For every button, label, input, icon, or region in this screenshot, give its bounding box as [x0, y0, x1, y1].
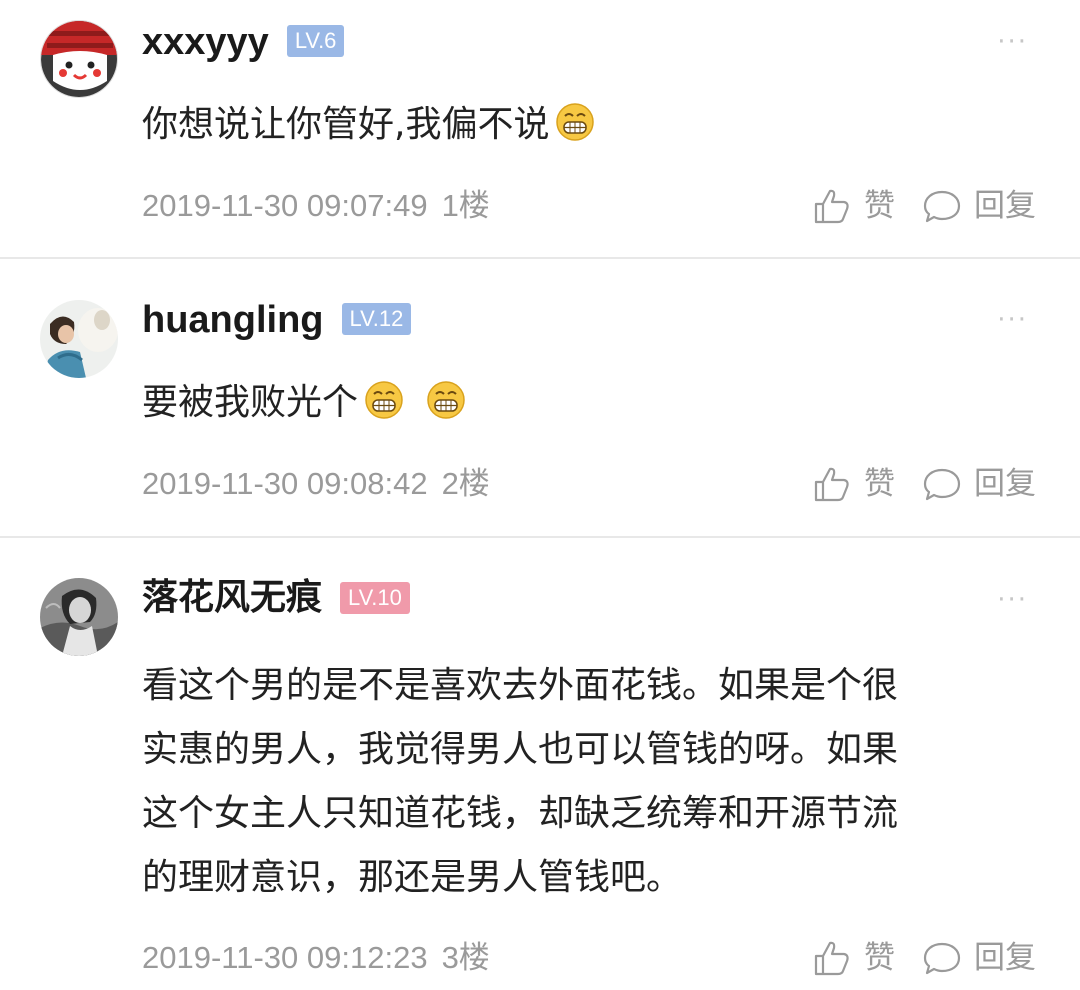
speech-bubble-icon [923, 468, 961, 501]
comment-text: 你想说让你管好,我偏不说 [142, 96, 595, 160]
floor-number: 1楼 [441, 188, 490, 223]
username[interactable]: 落花风无痕 [142, 576, 322, 620]
username[interactable]: xxxyyy [142, 20, 269, 64]
reply-button[interactable]: 回复 [922, 186, 1042, 226]
comment-3: 落花风无痕 LV.10 ··· 看这个男的是不是喜欢去外面花钱。如果是个很 实惠… [0, 540, 1080, 990]
more-options-button[interactable]: ··· [997, 307, 1028, 333]
reply-label: 回复 [974, 188, 1036, 224]
like-label: 赞 [864, 940, 895, 976]
floor-number: 2楼 [441, 466, 490, 501]
like-label: 赞 [864, 466, 895, 502]
reply-label: 回复 [974, 466, 1036, 502]
reply-button[interactable]: 回复 [922, 938, 1042, 978]
comment-text-line: 这个女主人只知道花钱，却缺乏统筹和开源节流 [142, 793, 899, 834]
like-label: 赞 [864, 188, 895, 224]
more-options-button[interactable]: ··· [997, 29, 1028, 55]
comment-meta: 2019-11-30 09:07:49 1楼 [142, 186, 490, 226]
avatar-image [40, 300, 118, 378]
comment-text: 要被我败光个 [142, 374, 466, 438]
thumbs-up-icon [814, 467, 849, 502]
timestamp: 2019-11-30 09:12:23 [142, 940, 428, 975]
comment-text-content: 你想说让你管好,我偏不说 [142, 104, 550, 145]
comment-meta: 2019-11-30 09:08:42 2楼 [142, 464, 490, 504]
level-badge: LV.12 [341, 303, 412, 335]
comment-text-line: 实惠的男人，我觉得男人也可以管钱的呀。如果 [142, 729, 899, 770]
reply-label: 回复 [974, 940, 1036, 976]
more-options-button[interactable]: ··· [997, 587, 1028, 613]
divider [0, 257, 1080, 259]
grin-emoji-icon [426, 380, 466, 438]
comment-text-line: 看这个男的是不是喜欢去外面花钱。如果是个很 [142, 665, 899, 706]
thumbs-up-icon [814, 941, 849, 976]
like-button[interactable]: 赞 [812, 938, 902, 978]
comment-text-content: 要被我败光个 [142, 382, 359, 423]
level-badge: LV.6 [286, 25, 345, 57]
grin-emoji-icon [364, 380, 404, 438]
avatar-image [40, 578, 118, 656]
comment-text: 看这个男的是不是喜欢去外面花钱。如果是个很 实惠的男人，我觉得男人也可以管钱的呀… [142, 654, 898, 910]
like-button[interactable]: 赞 [812, 464, 902, 504]
username[interactable]: huangling [142, 298, 324, 342]
timestamp: 2019-11-30 09:08:42 [142, 466, 428, 501]
timestamp: 2019-11-30 09:07:49 [142, 188, 428, 223]
floor-number: 3楼 [441, 940, 490, 975]
like-button[interactable]: 赞 [812, 186, 902, 226]
grin-emoji-icon [555, 102, 595, 160]
avatar[interactable] [40, 20, 118, 98]
comment-2: huangling LV.12 ··· 要被我败光个 2019-11-30 09… [0, 260, 1080, 536]
comment-meta: 2019-11-30 09:12:23 3楼 [142, 938, 490, 978]
comment-1: xxxyyy LV.6 ··· 你想说让你管好,我偏不说 2019-11-30 … [0, 0, 1080, 258]
comment-text-line: 的理财意识，那还是男人管钱吧。 [142, 857, 683, 898]
thumbs-up-icon [814, 189, 849, 224]
divider [0, 536, 1080, 538]
speech-bubble-icon [923, 190, 961, 223]
avatar[interactable] [40, 578, 118, 656]
level-badge: LV.10 [340, 582, 410, 614]
avatar[interactable] [40, 300, 118, 378]
speech-bubble-icon [923, 942, 961, 975]
reply-button[interactable]: 回复 [922, 464, 1042, 504]
avatar-image [41, 21, 117, 97]
